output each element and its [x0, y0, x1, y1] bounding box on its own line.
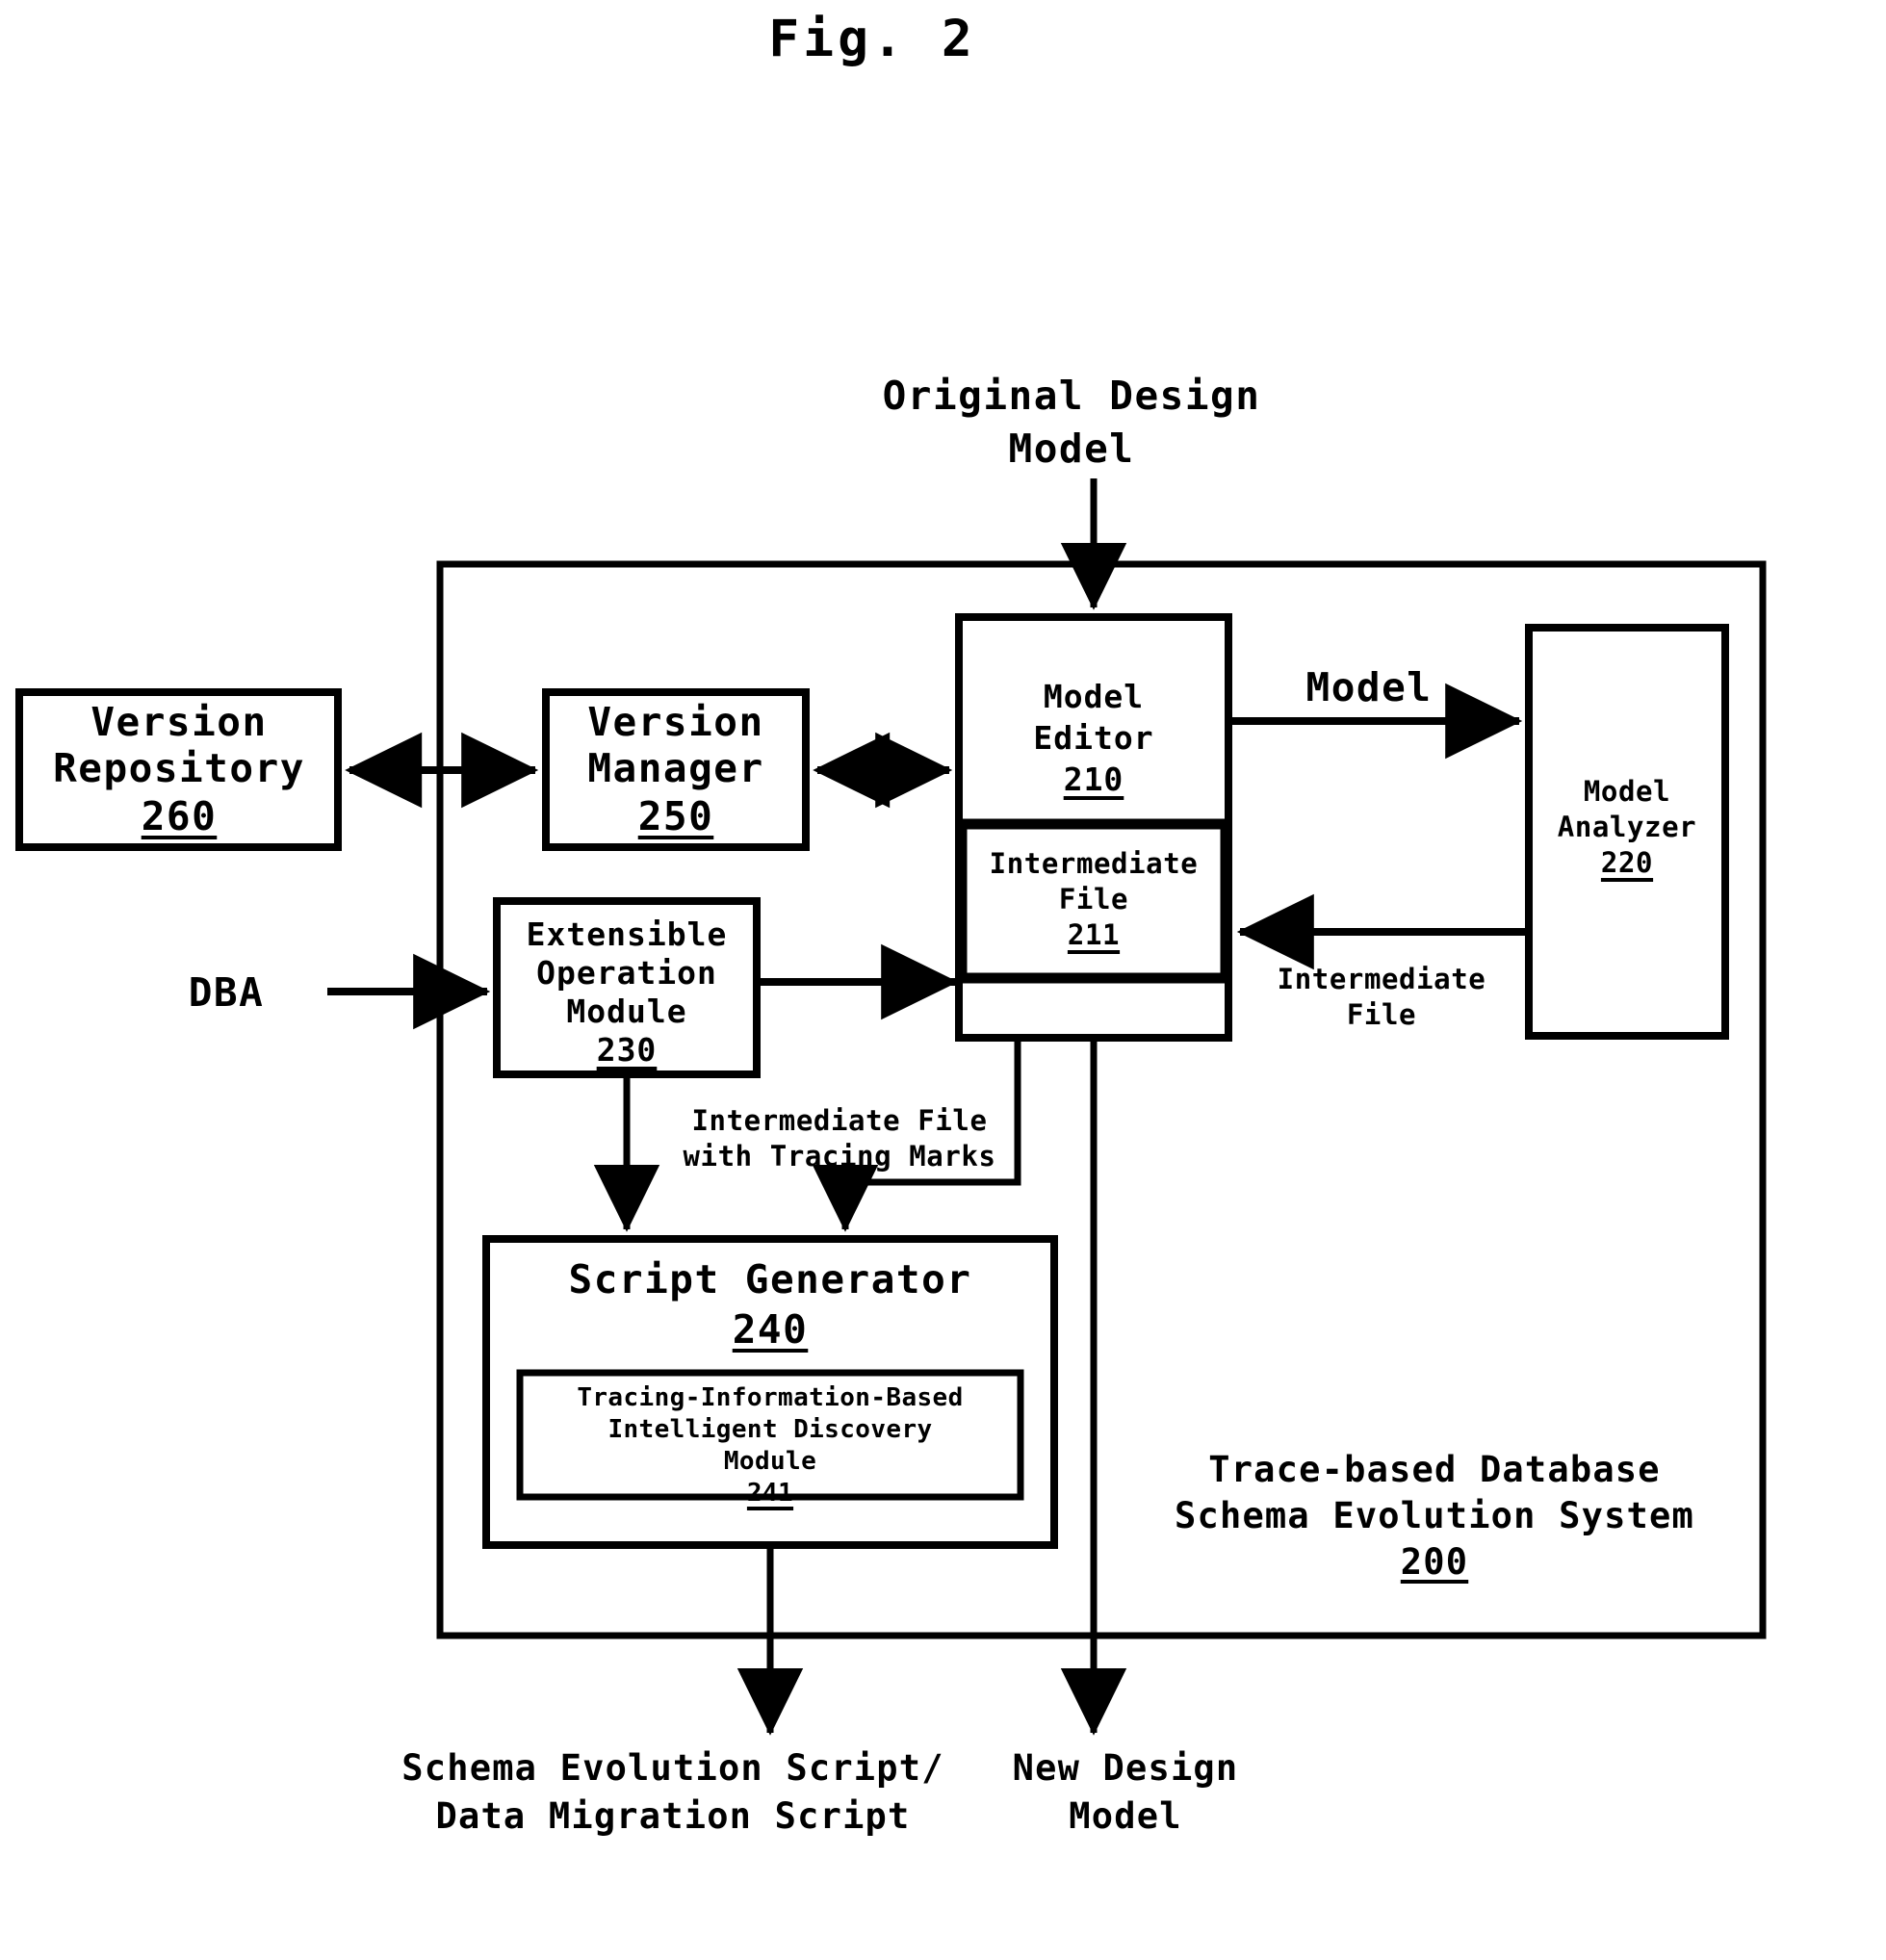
model-analyzer-label-line1: Model — [1583, 775, 1671, 808]
edge-label-tracing-marks-line1: Intermediate File — [691, 1104, 988, 1137]
output-label-new-model-line1: New Design — [1012, 1747, 1239, 1789]
system-label-line2: Schema Evolution System — [1175, 1495, 1694, 1536]
version-repository-label-line1: Version — [90, 699, 268, 745]
intermediate-file-number: 211 — [1067, 918, 1121, 951]
system-number: 200 — [1400, 1541, 1469, 1583]
label-dba: DBA — [188, 969, 265, 1016]
edge-label-model: Model — [1305, 664, 1433, 710]
label-original-design-model-line2: Model — [1008, 426, 1135, 472]
version-repository-number: 260 — [141, 793, 218, 839]
model-analyzer-number: 220 — [1600, 846, 1654, 879]
version-manager-label-line2: Manager — [587, 745, 764, 791]
version-manager-label-line1: Version — [587, 699, 764, 745]
discovery-module-label-line1: Tracing-Information-Based — [577, 1383, 964, 1412]
system-label-line1: Trace-based Database — [1208, 1449, 1661, 1490]
script-generator-number: 240 — [732, 1306, 809, 1353]
edge-label-intermediate-file-line1: Intermediate — [1277, 963, 1486, 995]
output-label-script-line1: Schema Evolution Script/ — [401, 1747, 944, 1789]
intermediate-file-label-line2: File — [1058, 883, 1129, 916]
version-manager-number: 250 — [637, 793, 714, 839]
output-label-script-line2: Data Migration Script — [435, 1795, 911, 1837]
figure-canvas: Fig. 2 Original Design Model Version Rep… — [0, 0, 1886, 1960]
intermediate-file-label-line1: Intermediate — [989, 847, 1199, 880]
discovery-module-number: 241 — [746, 1479, 794, 1508]
model-editor-label-line1: Model — [1043, 678, 1145, 715]
version-repository-label-line2: Repository — [53, 745, 305, 791]
extensible-operation-module-label-line1: Extensible — [526, 916, 728, 953]
discovery-module-label-line3: Module — [723, 1447, 817, 1476]
model-editor-label-line2: Editor — [1033, 719, 1154, 757]
model-analyzer-label-line2: Analyzer — [1557, 811, 1697, 843]
label-original-design-model-line1: Original Design — [882, 373, 1261, 419]
figure-title: Fig. 2 — [768, 10, 976, 68]
extensible-operation-module-label-line3: Module — [566, 993, 687, 1030]
output-label-new-model-line2: Model — [1069, 1795, 1182, 1837]
model-editor-number: 210 — [1063, 761, 1124, 798]
edge-label-tracing-marks-line2: with Tracing Marks — [683, 1140, 996, 1173]
discovery-module-label-line2: Intelligent Discovery — [607, 1415, 933, 1444]
script-generator-label: Script Generator — [568, 1256, 972, 1302]
edge-label-intermediate-file-line2: File — [1346, 998, 1417, 1031]
extensible-operation-module-label-line2: Operation — [536, 954, 717, 992]
diagram-vector-layer — [15, 478, 1767, 1736]
extensible-operation-module-number: 230 — [596, 1031, 658, 1069]
